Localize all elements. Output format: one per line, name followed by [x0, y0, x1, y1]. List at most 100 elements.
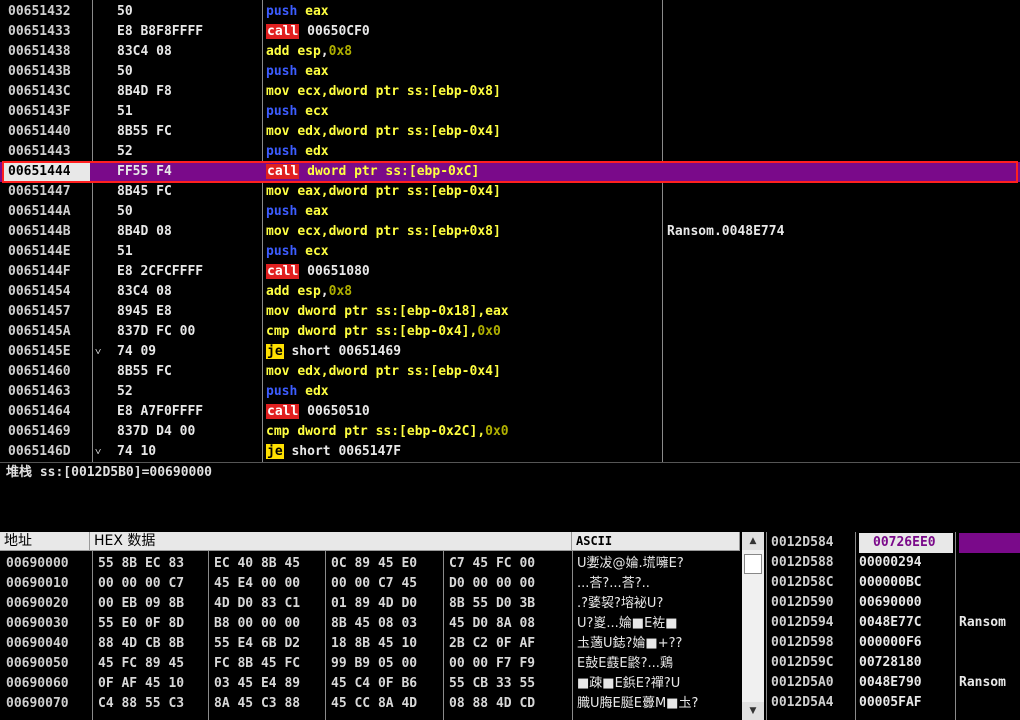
disasm-row[interactable]: 00651444 FF55 F4 call dword ptr ss:[ebp-0x…: [0, 162, 1020, 182]
disasm-instruction[interactable]: call dword ptr ss:[ebp-0xC]: [266, 162, 660, 182]
disasm-address[interactable]: 00651443: [8, 142, 90, 162]
disasm-address[interactable]: 00651438: [8, 42, 90, 62]
dump-hex-group[interactable]: 8A 45 C3 88: [214, 694, 326, 714]
stack-address[interactable]: 0012D5A0: [771, 673, 853, 693]
disasm-address[interactable]: 00651469: [8, 422, 90, 442]
dump-row[interactable]: 00690000 55 8B EC 83 EC 40 8B 45 0C 89 45 E…: [0, 554, 740, 574]
dump-address[interactable]: 00690040: [6, 634, 90, 654]
disasm-instruction[interactable]: mov ecx,dword ptr ss:[ebp+0x8]: [266, 222, 660, 242]
stack-row[interactable]: 0012D590 00690000: [767, 593, 1020, 613]
dump-ascii[interactable]: U嬱冹@婨.塃噰E?: [577, 554, 737, 574]
disasm-address[interactable]: 0065143C: [8, 82, 90, 102]
disasm-instruction[interactable]: push ecx: [266, 242, 660, 262]
disasm-row[interactable]: 00651433 E8 B8F8FFFF call 00650CF0: [0, 22, 1020, 42]
disasm-instruction[interactable]: push ecx: [266, 102, 660, 122]
disasm-instruction[interactable]: cmp dword ptr ss:[ebp-0x4],0x0: [266, 322, 660, 342]
disasm-row[interactable]: 00651447 8B45 FC mov eax,dword ptr ss:[ebp…: [0, 182, 1020, 202]
dump-address[interactable]: 00690030: [6, 614, 90, 634]
disasm-row[interactable]: 00651454 83C4 08 add esp,0x8: [0, 282, 1020, 302]
stack-value[interactable]: 000000BC: [859, 573, 953, 593]
disasm-row[interactable]: 00651460 8B55 FC mov edx,dword ptr ss:[ebp…: [0, 362, 1020, 382]
disasm-instruction[interactable]: mov eax,dword ptr ss:[ebp-0x4]: [266, 182, 660, 202]
dump-address[interactable]: 00690010: [6, 574, 90, 594]
stack-address[interactable]: 0012D584: [771, 533, 853, 553]
disasm-address[interactable]: 0065145E: [8, 342, 90, 362]
disasm-row[interactable]: 0065143F 51 push ecx: [0, 102, 1020, 122]
dump-header-hex[interactable]: HEX 数据: [90, 532, 572, 551]
dump-hex-group[interactable]: 55 E4 6B D2: [214, 634, 326, 654]
dump-hex-group[interactable]: EC 40 8B 45: [214, 554, 326, 574]
disasm-address[interactable]: 00651440: [8, 122, 90, 142]
stack-value[interactable]: 00690000: [859, 593, 953, 613]
disasm-address[interactable]: 00651457: [8, 302, 90, 322]
dump-address[interactable]: 00690060: [6, 674, 90, 694]
dump-hex-group[interactable]: 18 8B 45 10: [331, 634, 443, 654]
disasm-address[interactable]: 00651432: [8, 2, 90, 22]
disasm-address[interactable]: 0065144A: [8, 202, 90, 222]
dump-hex-group[interactable]: 55 E0 0F 8D: [98, 614, 210, 634]
dump-hex-group[interactable]: C4 88 55 C3: [98, 694, 210, 714]
disasm-row[interactable]: 00651463 52 push edx: [0, 382, 1020, 402]
dump-row[interactable]: 00690040 88 4D CB 8B 55 E4 6B D2 18 8B 45 1…: [0, 634, 740, 654]
disasm-instruction[interactable]: push eax: [266, 2, 660, 22]
disasm-row[interactable]: 0065145A 837D FC 00 cmp dword ptr ss:[ebp-…: [0, 322, 1020, 342]
dump-hex-group[interactable]: 4D D0 83 C1: [214, 594, 326, 614]
dump-ascii[interactable]: ...荅?...荅?..: [577, 574, 737, 594]
disasm-instruction[interactable]: cmp dword ptr ss:[ebp-0x2C],0x0: [266, 422, 660, 442]
disasm-row[interactable]: 00651443 52 push edx: [0, 142, 1020, 162]
disasm-address[interactable]: 0065144B: [8, 222, 90, 242]
disasm-row[interactable]: 0065143B 50 push eax: [0, 62, 1020, 82]
dump-ascii[interactable]: .?婱袃?塎袐U?: [577, 594, 737, 614]
stack-value[interactable]: 00726EE0: [859, 533, 953, 553]
disasm-address[interactable]: 00651444: [4, 162, 90, 182]
disasm-instruction[interactable]: push edx: [266, 142, 660, 162]
dump-hex-group[interactable]: 00 00 00 C7: [98, 574, 210, 594]
disasm-row[interactable]: 00651432 50 push eax: [0, 2, 1020, 22]
stack-row[interactable]: 0012D588 00000294: [767, 553, 1020, 573]
disasm-row[interactable]: ˅ 0065145E 74 09 je short 00651469: [0, 342, 1020, 362]
scroll-up-icon[interactable]: ▲: [742, 532, 764, 550]
stack-row[interactable]: 0012D59C 00728180: [767, 653, 1020, 673]
dump-hex-group[interactable]: 8B 45 08 03: [331, 614, 443, 634]
disasm-instruction[interactable]: call 00650510: [266, 402, 660, 422]
disasm-row[interactable]: 0065144A 50 push eax: [0, 202, 1020, 222]
dump-hex-group[interactable]: 45 E4 00 00: [214, 574, 326, 594]
disasm-address[interactable]: 0065144E: [8, 242, 90, 262]
stack-value[interactable]: 00728180: [859, 653, 953, 673]
dump-hex-group[interactable]: 00 EB 09 8B: [98, 594, 210, 614]
stack-address[interactable]: 0012D590: [771, 593, 853, 613]
disasm-instruction[interactable]: je short 0065147F: [266, 442, 660, 462]
dump-header-ascii[interactable]: ASCII: [572, 532, 740, 551]
disasm-instruction[interactable]: push edx: [266, 382, 660, 402]
disasm-address[interactable]: 00651463: [8, 382, 90, 402]
disasm-row[interactable]: 00651438 83C4 08 add esp,0x8: [0, 42, 1020, 62]
disasm-instruction[interactable]: add esp,0x8: [266, 282, 660, 302]
disasm-instruction[interactable]: push eax: [266, 62, 660, 82]
disasm-instruction[interactable]: call 00650CF0: [266, 22, 660, 42]
disasm-address[interactable]: 0065143B: [8, 62, 90, 82]
stack-row[interactable]: 0012D58C 000000BC: [767, 573, 1020, 593]
disasm-instruction[interactable]: call 00651080: [266, 262, 660, 282]
disasm-address[interactable]: 00651454: [8, 282, 90, 302]
disasm-instruction[interactable]: mov ecx,dword ptr ss:[ebp-0x8]: [266, 82, 660, 102]
stack-row[interactable]: 0012D594 0048E77C Ransom: [767, 613, 1020, 633]
dump-hex-group[interactable]: C7 45 FC 00: [449, 554, 561, 574]
disasm-row[interactable]: 00651457 8945 E8 mov dword ptr ss:[ebp-0x1…: [0, 302, 1020, 322]
disasm-instruction[interactable]: push eax: [266, 202, 660, 222]
scroll-down-icon[interactable]: ▼: [742, 702, 764, 720]
dump-hex-group[interactable]: B8 00 00 00: [214, 614, 326, 634]
disasm-address[interactable]: 0065146D: [8, 442, 90, 462]
dump-ascii[interactable]: 圡藡U鋕?婨■+??: [577, 634, 737, 654]
disasm-address[interactable]: 0065143F: [8, 102, 90, 122]
stack-pane[interactable]: 0012D584 00726EE0 0012D588 00000294 0012D58C…: [766, 532, 1020, 720]
disasm-row[interactable]: 0065144E 51 push ecx: [0, 242, 1020, 262]
dump-hex-group[interactable]: 08 88 4D CD: [449, 694, 561, 714]
dump-hex-group[interactable]: 00 00 C7 45: [331, 574, 443, 594]
dump-header-address[interactable]: 地址: [0, 532, 90, 551]
dump-address[interactable]: 00690050: [6, 654, 90, 674]
disasm-address[interactable]: 00651447: [8, 182, 90, 202]
dump-hex-group[interactable]: 55 8B EC 83: [98, 554, 210, 574]
stack-value[interactable]: 0048E790: [859, 673, 953, 693]
disasm-row[interactable]: 00651469 837D D4 00 cmp dword ptr ss:[ebp-…: [0, 422, 1020, 442]
dump-hex-group[interactable]: 99 B9 05 00: [331, 654, 443, 674]
